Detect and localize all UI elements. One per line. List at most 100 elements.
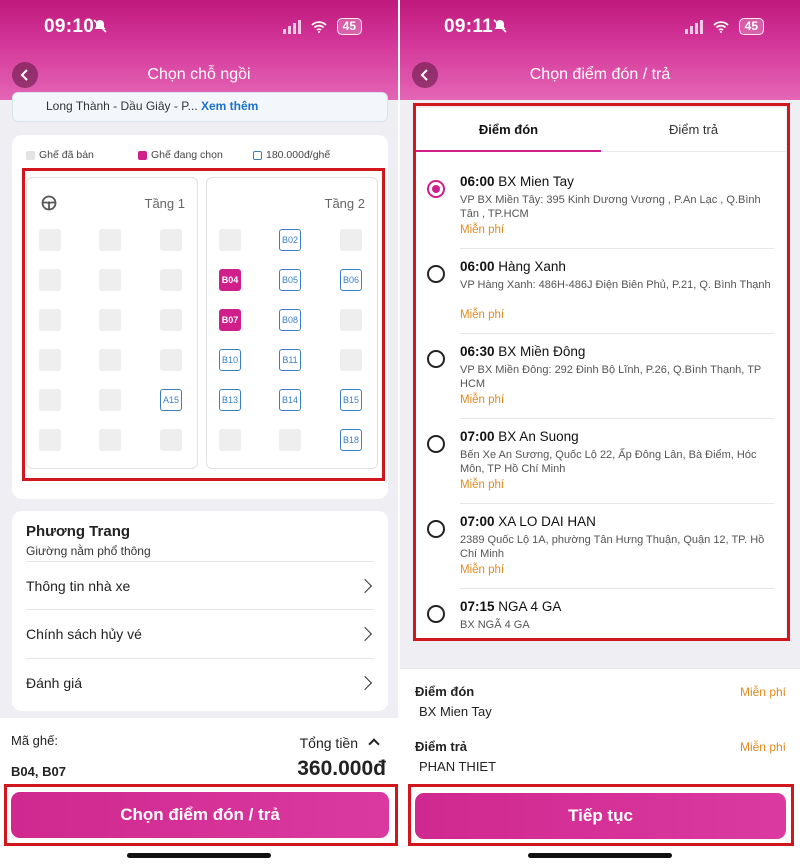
seat-sold (99, 269, 121, 291)
chevron-up-icon[interactable] (368, 738, 380, 750)
radio-button[interactable] (427, 265, 445, 283)
seat-sold (340, 229, 362, 251)
seat-b14[interactable]: B14 (279, 389, 301, 411)
stop-title: 06:30 BX Miền Đông (460, 344, 585, 359)
seat-sold (219, 229, 241, 251)
seat-b13[interactable]: B13 (219, 389, 241, 411)
seat-b15[interactable]: B15 (340, 389, 362, 411)
seat-b10[interactable]: B10 (219, 349, 241, 371)
continue-button[interactable]: Tiếp tục (415, 793, 786, 839)
legend-selected-label: Ghế đang chọn (151, 149, 223, 161)
header: 09:11 45 Chọn điểm đón / trả (400, 0, 800, 100)
header: 09:10 45 Chọn chỗ ngồi (0, 0, 398, 100)
status-icons: 45 (282, 18, 362, 35)
operator-type: Giường nằm phổ thông (26, 544, 151, 558)
info-row-cancel-policy[interactable]: Chính sách hủy vé (26, 609, 374, 657)
divider (460, 588, 774, 589)
stop-fee: Miễn phí (460, 224, 505, 236)
stop-fee: Miễn phí (460, 309, 505, 321)
divider (460, 418, 774, 419)
stop-title: 06:00 Hàng Xanh (460, 259, 566, 274)
stop-name: XA LO DAI HAN (498, 514, 596, 529)
see-more-link[interactable]: Xem thêm (201, 99, 258, 113)
seat-sold (160, 229, 182, 251)
total-label[interactable]: Tổng tiền (300, 735, 358, 751)
seat-sold (160, 269, 182, 291)
status-time: 09:10 (44, 16, 95, 37)
legend-selected: Ghế đang chọn (138, 149, 253, 161)
route-card: Long Thành - Dầu Giây - P... Xem thêm (12, 92, 388, 122)
info-row-operator[interactable]: Thông tin nhà xe (26, 561, 374, 609)
wifi-icon (311, 20, 327, 33)
chevron-right-icon (357, 578, 373, 593)
seat-b05[interactable]: B05 (279, 269, 301, 291)
tab-pickup[interactable]: Điểm đón (416, 108, 601, 152)
stop-time: 06:30 (460, 344, 495, 359)
chevron-right-icon (357, 675, 373, 690)
seat-sold (340, 309, 362, 331)
seat-sold (160, 349, 182, 371)
seat-sold (279, 429, 301, 451)
choose-pickup-dropoff-button[interactable]: Chọn điểm đón / trả (11, 792, 389, 838)
stop-time: 07:00 (460, 429, 495, 444)
tab-dropoff[interactable]: Điểm trả (601, 108, 786, 151)
stop-tabs: Điểm đón Điểm trả (416, 108, 786, 152)
radio-button[interactable] (427, 605, 445, 623)
seat-sold (99, 309, 121, 331)
stop-time: 07:00 (460, 514, 495, 529)
stop-address: VP Hàng Xanh: 486H-486J Điện Biên Phủ, P… (460, 279, 771, 291)
chevron-right-icon (357, 626, 373, 641)
stop-time: 06:00 (460, 259, 495, 274)
stop-title: 07:00 BX An Suong (460, 429, 579, 444)
seat-a15[interactable]: A15 (160, 389, 182, 411)
legend-sold-label: Ghế đã bán (39, 149, 94, 161)
seat-sold (340, 349, 362, 371)
seat-b11[interactable]: B11 (279, 349, 301, 371)
stop-address: VP BX Miền Tây: 395 Kinh Dương Vương , P… (460, 194, 761, 220)
home-indicator (528, 853, 672, 858)
divider (460, 248, 774, 249)
divider (460, 503, 774, 504)
status-time: 09:11 (444, 16, 494, 37)
seat-sold (39, 389, 61, 411)
route-text: Long Thành - Dầu Giây - P... (46, 99, 198, 113)
seat-b02[interactable]: B02 (279, 229, 301, 251)
seat-b07[interactable]: B07 (219, 309, 241, 331)
seat-sold (99, 389, 121, 411)
operator-card: Phương Trang Giường nằm phổ thông Thông … (12, 511, 388, 711)
seat-sold (39, 309, 61, 331)
stop-name: BX Mien Tay (498, 174, 574, 189)
stop-fee: Miễn phí (460, 394, 505, 406)
seat-sold (160, 429, 182, 451)
battery-icon: 45 (738, 18, 764, 35)
seat-sold (39, 269, 61, 291)
seat-b06[interactable]: B06 (340, 269, 362, 291)
info-row-reviews-label: Đánh giá (26, 674, 83, 691)
stop-address: VP BX Miền Đông: 292 Đinh Bộ Lĩnh, P.26,… (460, 364, 762, 390)
stop-title: 06:00 BX Mien Tay (460, 174, 574, 189)
pickup-summary-value: BX Mien Tay (419, 704, 492, 719)
deck-2: Tầng 2 B02 B04 B05 B06 B07 B08 B10 B11 B13 B14 B15… (206, 177, 378, 469)
info-row-reviews[interactable]: Đánh giá (26, 658, 374, 706)
legend-sold: Ghế đã bán (26, 149, 138, 161)
seat-sold (99, 429, 121, 451)
stop-fee: Miễn phí (460, 564, 505, 576)
seat-b04[interactable]: B04 (219, 269, 241, 291)
radio-button[interactable] (427, 520, 445, 538)
page-title: Chọn chỗ ngồi (147, 66, 251, 83)
bell-muted-icon (93, 19, 107, 33)
home-indicator (127, 853, 271, 858)
pickup-summary-fee: Miễn phí (739, 685, 786, 699)
stop-address: BX NGÃ 4 GA (460, 619, 530, 631)
bell-muted-icon (493, 19, 507, 33)
dropoff-summary-label: Điểm trả (415, 739, 468, 754)
stop-fee: Miễn phí (460, 479, 505, 491)
radio-button[interactable] (427, 435, 445, 453)
signal-icon (684, 19, 703, 34)
stop-name: Hàng Xanh (498, 259, 566, 274)
radio-button[interactable] (427, 180, 445, 198)
steering-wheel-icon (41, 195, 57, 211)
radio-button[interactable] (427, 350, 445, 368)
seat-b18[interactable]: B18 (340, 429, 362, 451)
seat-b08[interactable]: B08 (279, 309, 301, 331)
